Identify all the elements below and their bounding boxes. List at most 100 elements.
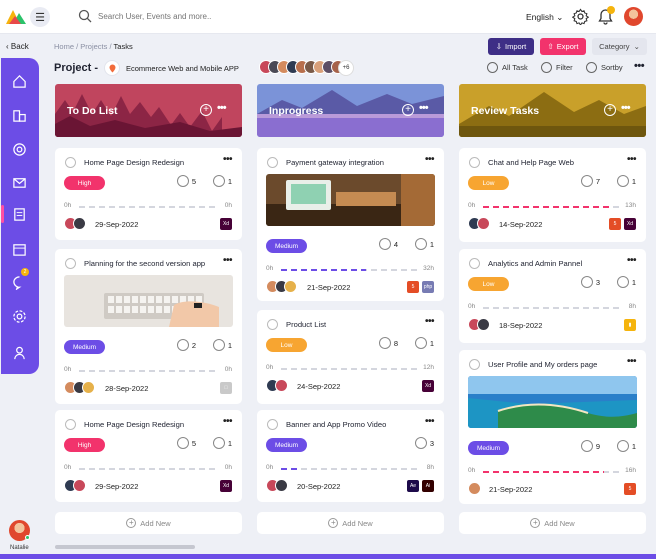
links-counter[interactable]: 1 (616, 440, 636, 452)
card-options-icon[interactable]: ••• (627, 255, 637, 266)
assignee-avatars[interactable] (266, 479, 288, 492)
team-avatars[interactable] (259, 60, 345, 76)
complete-checkbox[interactable] (469, 359, 480, 370)
card-options-icon[interactable]: ••• (223, 154, 233, 165)
links-counter[interactable]: 1 (212, 175, 232, 187)
link-icon (616, 175, 629, 187)
task-card[interactable]: Payment gateway integration ••• Medium 4 1 0h… (257, 148, 444, 301)
complete-checkbox[interactable] (267, 419, 278, 430)
complete-checkbox[interactable] (65, 419, 76, 430)
add-new-button[interactable]: + Add New (257, 512, 444, 534)
add-task-icon[interactable]: + (402, 104, 414, 116)
card-options-icon[interactable]: ••• (223, 416, 233, 427)
comments-counter[interactable]: 4 (378, 238, 398, 250)
card-options-icon[interactable]: ••• (425, 154, 435, 165)
breadcrumb-projects[interactable]: Projects (80, 42, 107, 51)
column-options-icon[interactable]: ••• (621, 102, 631, 114)
team-more-count[interactable]: +6 (338, 60, 354, 76)
links-counter[interactable]: 1 (212, 437, 232, 449)
add-task-icon[interactable]: + (604, 104, 616, 116)
html-xd-icons: Xd (624, 218, 636, 230)
complete-checkbox[interactable] (469, 157, 480, 168)
app-icons: Xd (220, 218, 232, 230)
card-options-icon[interactable]: ••• (425, 416, 435, 427)
comments-counter[interactable]: 8 (378, 337, 398, 349)
comments-counter[interactable]: 2 (176, 339, 196, 351)
all-task-toggle[interactable]: All Task (487, 62, 528, 73)
profile-avatar[interactable] (624, 7, 643, 26)
comments-counter[interactable]: 5 (176, 175, 196, 187)
assignee-avatars[interactable] (468, 217, 490, 230)
assignee-avatars[interactable] (468, 318, 490, 331)
links-count: 1 (227, 340, 232, 350)
sidebar-item-home[interactable] (10, 72, 28, 90)
task-card[interactable]: User Profile and My orders page ••• Medium… (459, 350, 646, 504)
links-counter[interactable]: 1 (616, 276, 636, 288)
comments-counter[interactable]: 7 (580, 175, 600, 187)
comments-counter[interactable]: 3 (580, 276, 600, 288)
more-options-icon[interactable]: ••• (634, 60, 645, 72)
sidebar-item-profile[interactable] (10, 343, 28, 361)
assignee-avatars[interactable] (266, 379, 288, 392)
avatar (468, 482, 481, 495)
task-card[interactable]: Home Page Design Redesign ••• High 5 1 0h 0h 29… (55, 148, 242, 240)
assignee-avatars[interactable] (64, 217, 86, 230)
import-button[interactable]: ⇩ Import (488, 38, 534, 55)
card-options-icon[interactable]: ••• (425, 316, 435, 327)
links-count: 1 (631, 277, 636, 287)
task-card[interactable]: Product List ••• Low 8 1 0h 12h 24-Sep-2022 Xd (257, 310, 444, 404)
sidebar-item-settings[interactable] (10, 307, 28, 325)
card-options-icon[interactable]: ••• (223, 255, 233, 266)
app-icons: Ae Ai (407, 480, 434, 492)
add-task-icon[interactable]: + (200, 104, 212, 116)
search-input[interactable] (98, 12, 298, 21)
html-php-icons: 5 (407, 281, 419, 293)
sidebar-item-calendar[interactable] (10, 240, 28, 258)
breadcrumb-home[interactable]: Home (54, 42, 74, 51)
links-counter[interactable]: 1 (616, 175, 636, 187)
task-card[interactable]: Banner and App Promo Video ••• Medium 3 0h 8h… (257, 410, 444, 502)
card-options-icon[interactable]: ••• (627, 154, 637, 165)
links-counter[interactable]: 1 (414, 337, 434, 349)
assignee-avatars[interactable] (64, 381, 95, 394)
sidebar-item-buildings[interactable] (10, 106, 28, 124)
task-card[interactable]: Planning for the second version app ••• Me… (55, 249, 242, 404)
sortby-button[interactable]: Sortby (586, 62, 623, 73)
add-new-button[interactable]: + Add New (459, 512, 646, 534)
time-estimate: 13h (625, 202, 636, 209)
settings-gear-icon[interactable] (572, 8, 589, 25)
app-icons:  (220, 382, 232, 394)
column-options-icon[interactable]: ••• (419, 102, 429, 114)
filter-button[interactable]: Filter (541, 62, 573, 73)
back-button[interactable]: ‹ Back (6, 42, 29, 51)
links-counter[interactable]: 1 (414, 238, 434, 250)
assignee-avatars[interactable] (266, 280, 297, 293)
task-card[interactable]: Analytics and Admin Pannel ••• Low 3 1 0h 8h 18… (459, 249, 646, 343)
complete-checkbox[interactable] (267, 157, 278, 168)
comments-counter[interactable]: 9 (580, 440, 600, 452)
export-button[interactable]: ⇧ Export (540, 38, 586, 55)
add-new-button[interactable]: + Add New (55, 512, 242, 534)
card-options-icon[interactable]: ••• (627, 356, 637, 367)
comments-counter[interactable]: 3 (414, 437, 434, 449)
complete-checkbox[interactable] (65, 258, 76, 269)
horizontal-scrollbar[interactable] (55, 545, 195, 549)
links-counter[interactable]: 1 (212, 339, 232, 351)
complete-checkbox[interactable] (65, 157, 76, 168)
assignee-avatars[interactable] (468, 482, 481, 495)
sidebar-item-tasks[interactable] (10, 205, 28, 223)
assignee-avatars[interactable] (64, 479, 86, 492)
sidebar-item-support[interactable] (10, 140, 28, 158)
complete-checkbox[interactable] (469, 258, 480, 269)
complete-checkbox[interactable] (267, 319, 278, 330)
priority-badge: Medium (266, 239, 307, 253)
menu-toggle-button[interactable]: ☰ (30, 7, 50, 27)
language-select[interactable]: English ⌄ (526, 12, 563, 23)
sidebar-item-mail[interactable] (10, 173, 28, 191)
column-options-icon[interactable]: ••• (217, 102, 227, 114)
comments-counter[interactable]: 5 (176, 437, 196, 449)
task-card[interactable]: Home Page Design Redesign ••• High 5 1 0h 0h 29… (55, 410, 242, 502)
task-card[interactable]: Chat and Help Page Web ••• Low 7 1 0h 13h 14-Se… (459, 148, 646, 242)
category-dropdown[interactable]: Category ⌄ (592, 38, 647, 55)
chat-icon (12, 275, 22, 290)
